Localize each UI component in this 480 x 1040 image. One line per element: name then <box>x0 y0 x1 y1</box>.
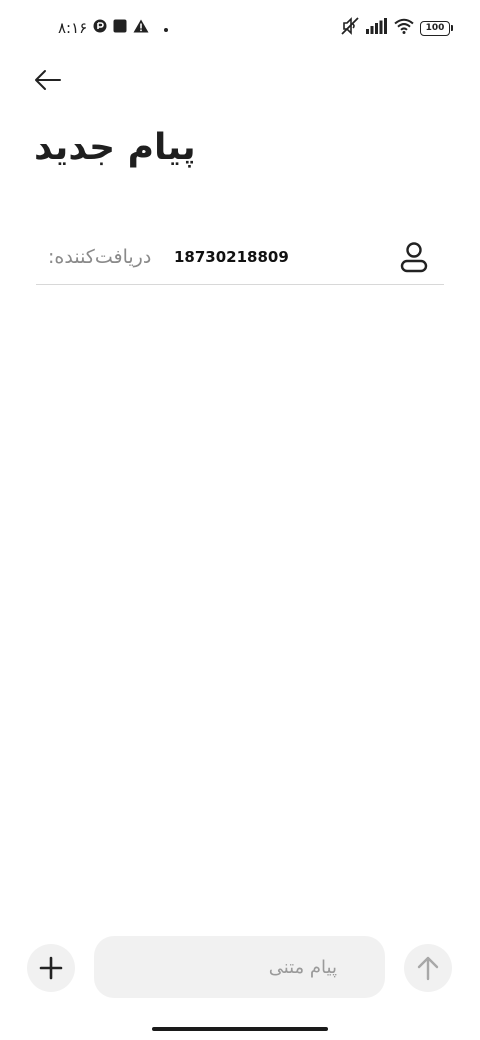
wifi-icon <box>394 18 414 38</box>
warning-icon <box>133 19 149 37</box>
arrow-left-icon <box>35 70 61 90</box>
recipient-number[interactable]: 18730218809 <box>174 245 289 269</box>
recipient-field[interactable]: دریافت‌کننده: 18730218809 <box>36 232 444 285</box>
dot-icon <box>163 19 169 37</box>
contact-picker-button[interactable] <box>398 240 430 276</box>
plus-icon <box>39 956 63 980</box>
back-button[interactable] <box>30 62 66 98</box>
mute-icon <box>340 16 360 40</box>
status-right: 100 <box>340 16 453 40</box>
message-input-container <box>94 936 385 998</box>
battery-indicator: 100 <box>420 20 453 36</box>
vpn-key-icon <box>93 19 107 37</box>
page-title: پیام جدید <box>34 127 196 168</box>
status-time: ۸:۱۶ <box>58 19 88 37</box>
recipient-label: دریافت‌کننده: <box>48 246 152 268</box>
arrow-up-icon <box>417 956 439 981</box>
message-input[interactable] <box>94 936 385 998</box>
add-attachment-button[interactable] <box>27 944 75 992</box>
person-icon <box>400 242 428 273</box>
home-indicator[interactable] <box>152 1027 328 1031</box>
stop-square-icon <box>113 19 127 37</box>
status-left: ۸:۱۶ <box>58 17 169 39</box>
status-bar: ۸:۱۶ 100 <box>0 0 480 56</box>
send-button[interactable] <box>404 944 452 992</box>
signal-icon <box>366 18 388 38</box>
